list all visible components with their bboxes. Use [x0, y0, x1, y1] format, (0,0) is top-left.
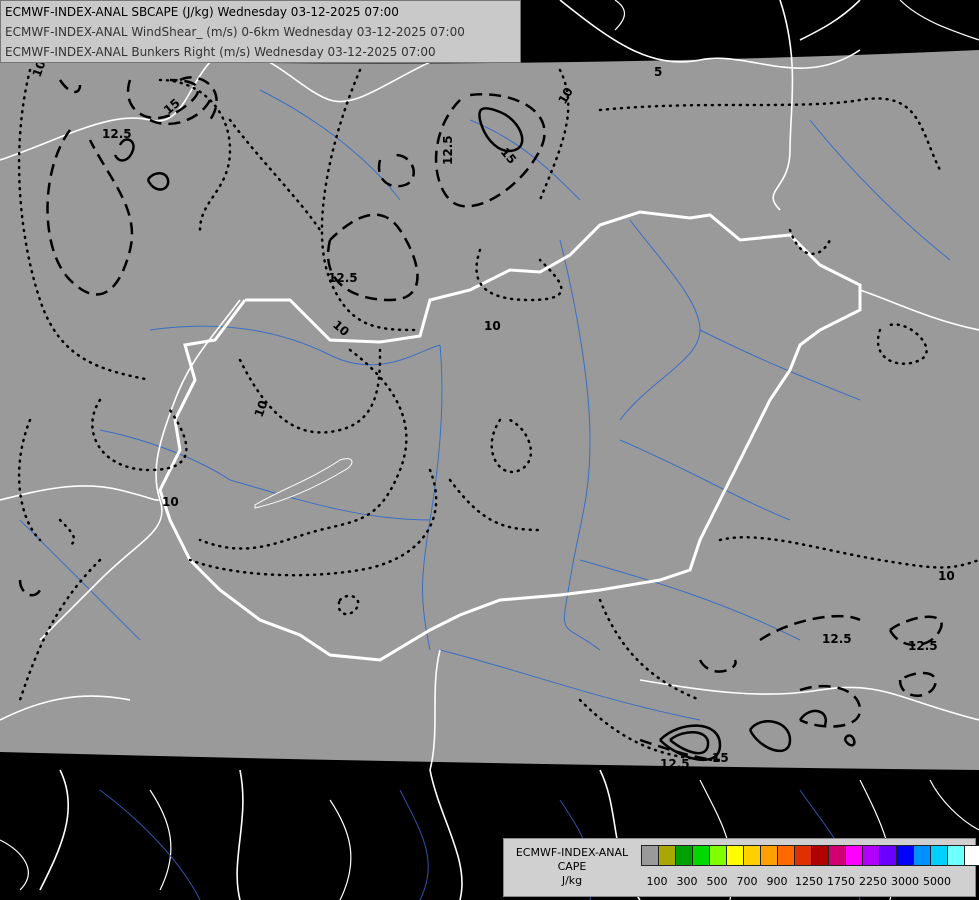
map-viewer: 5 10 12.5 15 10 12.5 15 12.5 10 10 10 10…	[0, 0, 979, 900]
legend-swatch	[777, 845, 795, 866]
contour-label: 10	[938, 569, 955, 583]
contour-label: 12.5	[908, 639, 938, 653]
legend-tick-label: 1250	[795, 875, 823, 888]
contour-label: 12.5	[441, 135, 455, 165]
legend-swatch	[930, 845, 948, 866]
legend-swatch	[845, 845, 863, 866]
contour-label: 12.5	[822, 632, 852, 646]
legend-swatch	[709, 845, 727, 866]
contour-label: 12.5	[660, 757, 690, 771]
legend-tick-label: 5000	[923, 875, 951, 888]
legend-swatch	[692, 845, 710, 866]
legend-tick-label: 100	[646, 875, 668, 888]
contour-label: 12.5	[328, 271, 358, 285]
legend-title-line: J/kg	[561, 874, 583, 887]
legend-tick-label: 2250	[859, 875, 887, 888]
chart-header: ECMWF-INDEX-ANAL SBCAPE (J/kg) Wednesday…	[0, 0, 521, 63]
contour-label: 10	[162, 495, 179, 509]
legend-swatch	[726, 845, 744, 866]
legend-swatch	[811, 845, 829, 866]
contour-label: 15	[712, 751, 729, 765]
header-line-windshear: ECMWF-INDEX-ANAL WindShear_ (m/s) 0-6km …	[5, 25, 465, 39]
legend-swatch	[743, 845, 761, 866]
legend-ticks: 100 300 500 700 900 1250 1750 2250 3000 5000	[639, 875, 969, 889]
legend-swatch	[794, 845, 812, 866]
legend-tick-label: 900	[766, 875, 788, 888]
legend-swatch	[828, 845, 846, 866]
contour-label: 5	[654, 65, 662, 79]
header-line-sbcape: ECMWF-INDEX-ANAL SBCAPE (J/kg) Wednesday…	[5, 5, 399, 19]
legend-tick-label: 500	[706, 875, 728, 888]
legend-title-line: ECMWF-INDEX-ANAL	[515, 846, 629, 859]
legend-title-line: CAPE	[557, 860, 587, 873]
legend-tick-label: 700	[736, 875, 758, 888]
legend-swatch	[913, 845, 931, 866]
legend-title: ECMWF-INDEX-ANAL CAPE J/kg	[508, 846, 636, 888]
contour-label: 12.5	[102, 127, 132, 141]
legend-swatch	[658, 845, 676, 866]
contour-label: 10	[484, 319, 501, 333]
legend-swatch	[760, 845, 778, 866]
legend-tick-label: 1750	[827, 875, 855, 888]
legend-swatch	[947, 845, 965, 866]
model-domain	[0, 50, 979, 770]
header-line-bunkers: ECMWF-INDEX-ANAL Bunkers Right (m/s) Wed…	[5, 45, 436, 59]
cape-legend: ECMWF-INDEX-ANAL CAPE J/kg 100 300 500 700 9…	[503, 838, 979, 897]
legend-tick-label: 3000	[891, 875, 919, 888]
map-canvas: 5 10 12.5 15 10 12.5 15 12.5 10 10 10 10…	[0, 0, 979, 900]
legend-swatch	[964, 845, 979, 866]
legend-swatches	[641, 845, 979, 866]
legend-swatch	[641, 845, 659, 866]
legend-swatch	[862, 845, 880, 866]
legend-swatch	[879, 845, 897, 866]
legend-swatch	[896, 845, 914, 866]
legend-swatch	[675, 845, 693, 866]
legend-tick-label: 300	[676, 875, 698, 888]
